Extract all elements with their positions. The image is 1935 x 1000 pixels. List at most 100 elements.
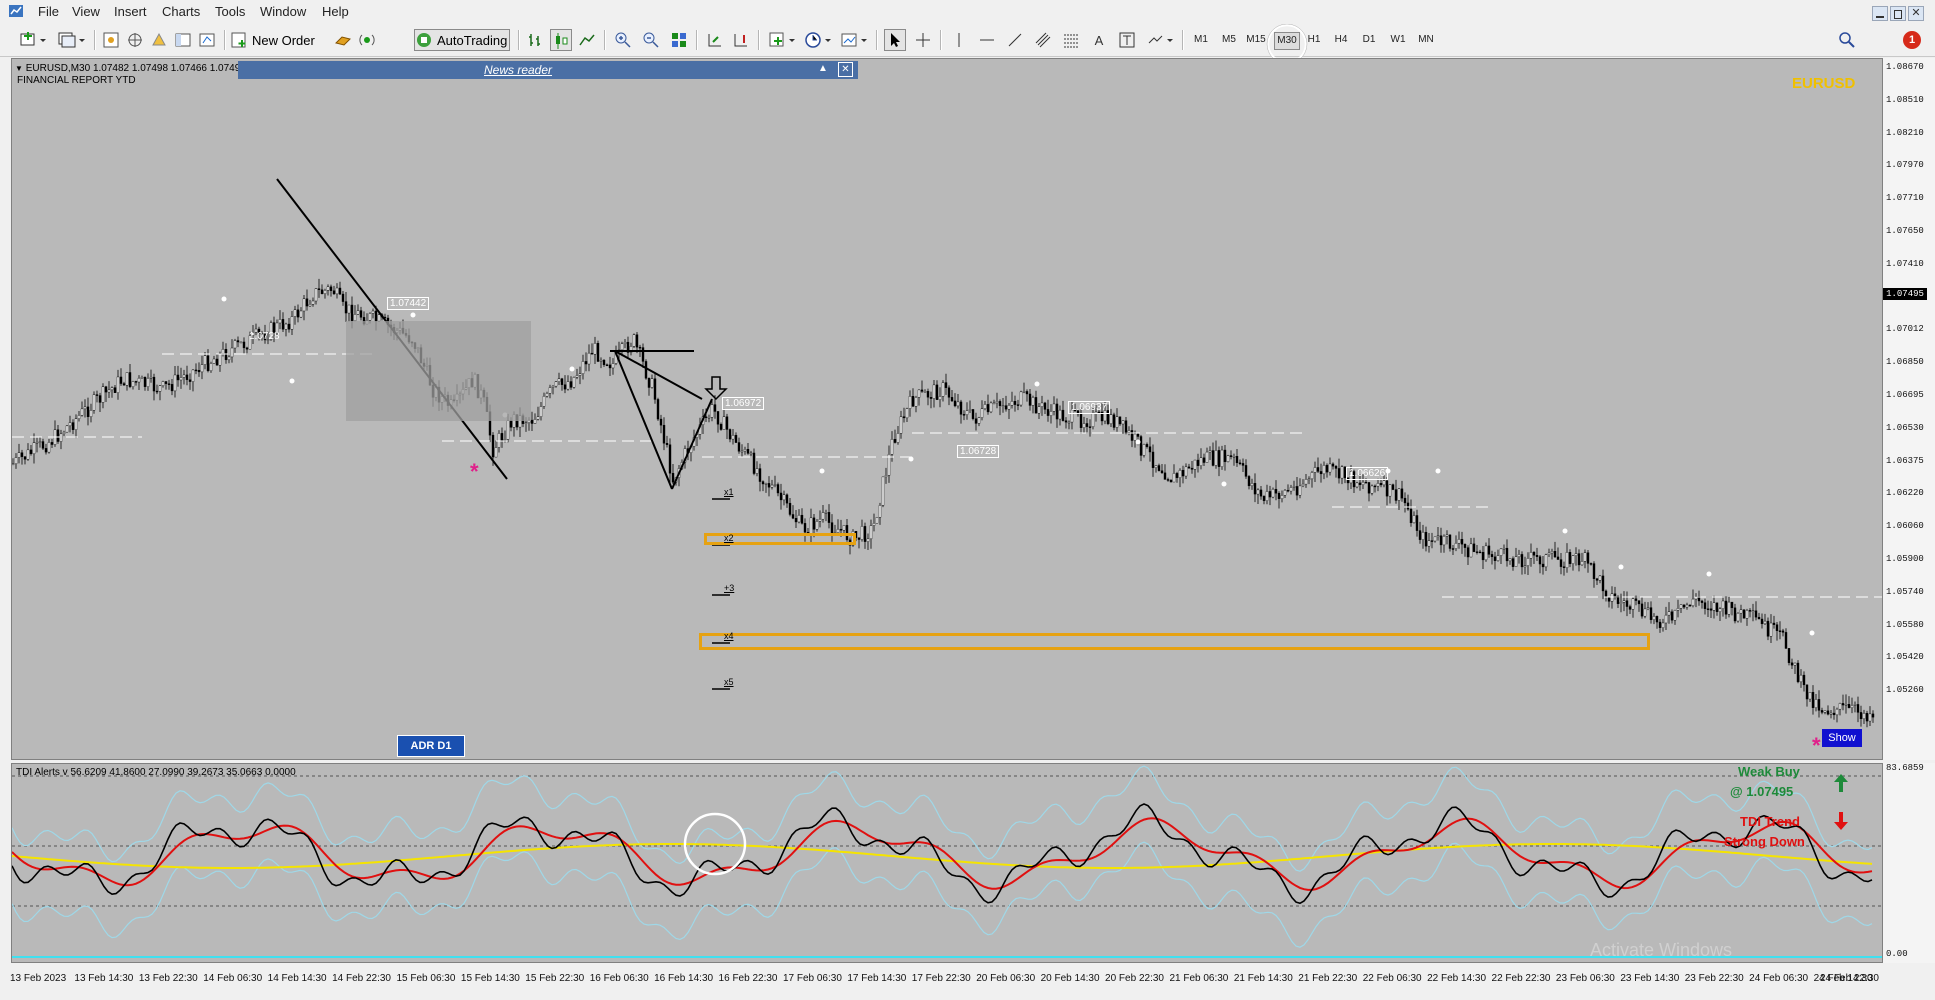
candle-body: [671, 473, 675, 483]
text-button[interactable]: A: [1088, 29, 1110, 51]
candle-body: [353, 314, 357, 322]
terminal-button[interactable]: [172, 29, 194, 51]
channel-button[interactable]: [1032, 29, 1054, 51]
candle-body: [1718, 608, 1722, 612]
candle-body: [632, 334, 636, 347]
tester-button[interactable]: [196, 29, 218, 51]
collapse-up-icon[interactable]: ▲: [818, 63, 828, 74]
timeframe-d1[interactable]: D1: [1358, 32, 1380, 48]
zoom-out-button[interactable]: [640, 29, 662, 51]
notifications-button[interactable]: 1: [1900, 29, 1924, 51]
templates-icon: [841, 33, 867, 47]
candle-body: [374, 310, 378, 322]
zoom-in-button[interactable]: [612, 29, 634, 51]
tdi-axis-bottom: 0.00: [1886, 949, 1908, 959]
candle-body: [1322, 465, 1326, 475]
timeframe-m15[interactable]: M15: [1245, 32, 1267, 48]
candle-body: [1469, 543, 1473, 558]
candle-body: [866, 538, 870, 542]
candle-body: [299, 310, 303, 318]
candle-body: [1319, 471, 1323, 475]
text-label-button[interactable]: [1116, 29, 1138, 51]
menu-window[interactable]: Window: [260, 4, 306, 19]
line-chart-button[interactable]: [576, 29, 598, 51]
restore-button[interactable]: [1890, 6, 1906, 21]
candle-body: [743, 449, 747, 452]
bar-chart-button[interactable]: [524, 29, 546, 51]
price-chart[interactable]: ▼ EURUSD,M30 1.07482 1.07498 1.07466 1.0…: [11, 58, 1883, 760]
search-button[interactable]: [1836, 29, 1858, 51]
navigator-button[interactable]: [148, 29, 170, 51]
candle-body: [170, 384, 174, 392]
news-reader-label[interactable]: News reader: [238, 63, 798, 77]
timeframe-w1[interactable]: W1: [1387, 32, 1409, 48]
crosshair-button[interactable]: [912, 29, 934, 51]
candle-body: [1289, 487, 1293, 492]
candle-body: [1307, 478, 1311, 481]
time-axis-label: 22 Feb 06:30: [1362, 973, 1422, 984]
candle-body: [1520, 554, 1524, 568]
chart-shift-button[interactable]: [730, 29, 752, 51]
auto-scroll-button[interactable]: [704, 29, 726, 51]
timeframe-m5[interactable]: M5: [1219, 32, 1239, 48]
timeframe-mn[interactable]: MN: [1414, 32, 1438, 48]
new-chart-button[interactable]: [16, 29, 50, 51]
gold-button[interactable]: [332, 29, 354, 51]
news-reader-bar[interactable]: News reader ▲ ✕: [238, 61, 858, 79]
menu-help[interactable]: Help: [322, 4, 349, 19]
candle-body: [1067, 421, 1071, 424]
candle-body: [95, 394, 99, 396]
candle-body: [698, 424, 702, 435]
candle-body: [1391, 484, 1395, 490]
market-watch-button[interactable]: [100, 29, 122, 51]
horizontal-line-button[interactable]: [976, 29, 998, 51]
candle-body: [950, 397, 954, 402]
templates-button[interactable]: [838, 29, 870, 51]
adr-d1-button[interactable]: ADR D1: [397, 735, 465, 757]
menu-tools[interactable]: Tools: [215, 4, 245, 19]
candle-body: [26, 449, 30, 460]
timeframe-m1[interactable]: M1: [1191, 32, 1211, 48]
price-axis-tick: 1.06220: [1886, 488, 1924, 499]
timeframe-h4[interactable]: H4: [1330, 32, 1352, 48]
vertical-line-button[interactable]: [948, 29, 970, 51]
candle-body: [701, 416, 705, 425]
data-window-button[interactable]: [124, 29, 146, 51]
candle-body: [74, 418, 78, 430]
candle-body: [200, 364, 204, 373]
close-icon[interactable]: ✕: [838, 62, 853, 77]
candle-body: [1682, 604, 1686, 608]
fibonacci-button[interactable]: [1060, 29, 1082, 51]
show-button[interactable]: Show: [1822, 729, 1862, 747]
menu-charts[interactable]: Charts: [162, 4, 200, 19]
tdi-indicator-panel[interactable]: TDI Alerts v 56.6209 41.8600 27.0990 39.…: [11, 763, 1883, 963]
close-window-button[interactable]: ✕: [1908, 6, 1924, 21]
signals-button[interactable]: [356, 29, 378, 51]
minimize-button[interactable]: [1872, 6, 1888, 21]
autotrading-button[interactable]: AutoTrading: [414, 29, 510, 51]
arrows-button[interactable]: [1144, 29, 1176, 51]
cursor-button[interactable]: [884, 29, 906, 51]
candle-body: [1556, 556, 1560, 560]
candle-body: [98, 395, 102, 403]
candle-body: [605, 364, 609, 366]
tile-windows-icon: [672, 33, 686, 47]
candle-body: [206, 355, 210, 372]
price-axis-tick: 1.07410: [1886, 258, 1924, 269]
indicators-button[interactable]: [766, 29, 798, 51]
candle-body: [956, 401, 960, 407]
candle-body: [338, 287, 342, 295]
periods-button[interactable]: [802, 29, 834, 51]
trendline-button[interactable]: [1004, 29, 1026, 51]
menu-insert[interactable]: Insert: [114, 4, 147, 19]
candle-body: [728, 429, 732, 440]
tile-windows-button[interactable]: [668, 29, 690, 51]
new-order-button[interactable]: New Order: [230, 29, 328, 51]
candle-body: [164, 381, 168, 384]
menu-file[interactable]: File: [38, 4, 59, 19]
auto-scroll-icon: [708, 34, 721, 47]
candle-chart-button[interactable]: [550, 29, 572, 51]
menu-view[interactable]: View: [72, 4, 100, 19]
candle-body: [1601, 575, 1605, 592]
profiles-button[interactable]: [54, 29, 88, 51]
